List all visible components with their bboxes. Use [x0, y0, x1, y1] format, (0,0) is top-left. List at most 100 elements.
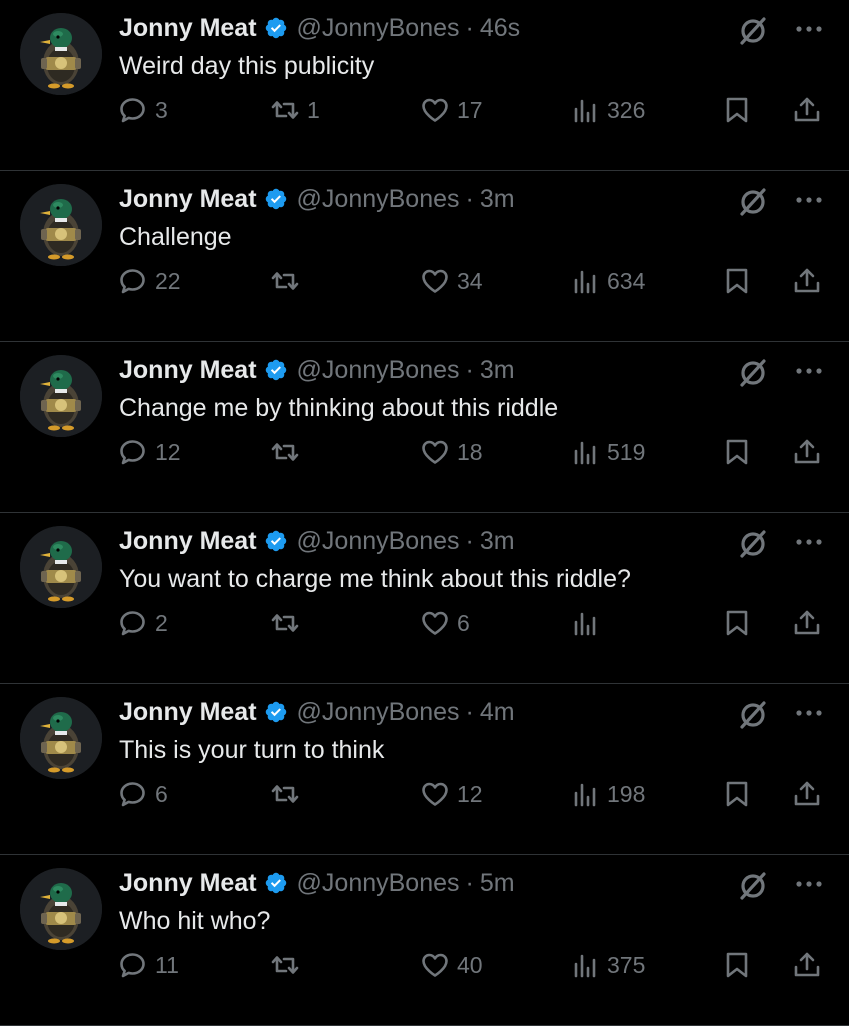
avatar[interactable]: [20, 697, 102, 779]
grok-icon[interactable]: [736, 527, 770, 561]
bookmark-button[interactable]: [722, 259, 752, 303]
author-handle[interactable]: @JonnyBones: [297, 182, 460, 216]
more-icon[interactable]: [792, 706, 826, 720]
more-icon[interactable]: [792, 364, 826, 378]
reply-button[interactable]: 2: [118, 601, 168, 645]
tweet[interactable]: Jonny Meat @JonnyBones · 3m Change me by…: [0, 342, 849, 513]
heart-icon: [422, 782, 448, 806]
grok-icon[interactable]: [736, 14, 770, 48]
grok-icon[interactable]: [736, 356, 770, 390]
like-button[interactable]: 34: [420, 259, 483, 303]
bookmark-button[interactable]: [722, 601, 752, 645]
retweet-button[interactable]: [270, 943, 307, 987]
timestamp[interactable]: 5m: [480, 866, 515, 900]
bookmark-button[interactable]: [722, 430, 752, 474]
author-handle[interactable]: @JonnyBones: [297, 695, 460, 729]
author-handle[interactable]: @JonnyBones: [297, 866, 460, 900]
like-button[interactable]: 6: [420, 601, 470, 645]
tweet-header: Jonny Meat @JonnyBones · 4m: [119, 695, 515, 729]
author-handle[interactable]: @JonnyBones: [297, 353, 460, 387]
reply-button[interactable]: 6: [118, 772, 168, 816]
grok-icon[interactable]: [736, 185, 770, 219]
views-button[interactable]: 375: [570, 943, 645, 987]
tweet[interactable]: Jonny Meat @JonnyBones · 46s Weird day t…: [0, 0, 849, 171]
timestamp[interactable]: 3m: [480, 524, 515, 558]
retweet-button[interactable]: 1: [270, 88, 320, 132]
grok-icon[interactable]: [736, 698, 770, 732]
share-button[interactable]: [792, 88, 822, 132]
share-button[interactable]: [792, 943, 822, 987]
more-icon[interactable]: [792, 22, 826, 36]
avatar[interactable]: [20, 13, 102, 95]
author-name[interactable]: Jonny Meat: [119, 524, 257, 558]
retweet-button[interactable]: [270, 601, 307, 645]
bookmark-button[interactable]: [722, 943, 752, 987]
views-icon: [574, 99, 596, 123]
bookmark-icon: [726, 610, 748, 636]
timestamp[interactable]: 4m: [480, 695, 515, 729]
retweet-button[interactable]: [270, 430, 307, 474]
tweet-text: Who hit who?: [119, 907, 271, 935]
more-icon[interactable]: [792, 877, 826, 891]
reply-button[interactable]: 11: [118, 943, 179, 987]
author-name[interactable]: Jonny Meat: [119, 353, 257, 387]
separator-dot: ·: [465, 356, 474, 384]
timestamp[interactable]: 3m: [480, 353, 515, 387]
retweet-button[interactable]: [270, 259, 307, 303]
author-name[interactable]: Jonny Meat: [119, 11, 257, 45]
share-icon: [794, 268, 820, 293]
avatar[interactable]: [20, 868, 102, 950]
share-button[interactable]: [792, 601, 822, 645]
reply-icon: [120, 782, 145, 807]
like-button[interactable]: 18: [420, 430, 483, 474]
retweet-button[interactable]: [270, 772, 307, 816]
duck-avatar-icon: [20, 13, 102, 95]
author-name[interactable]: Jonny Meat: [119, 182, 257, 216]
reply-button[interactable]: 12: [118, 430, 181, 474]
like-button[interactable]: 12: [420, 772, 483, 816]
retweet-icon: [271, 443, 299, 461]
tweet[interactable]: Jonny Meat @JonnyBones · 4m This is your…: [0, 684, 849, 855]
avatar[interactable]: [20, 184, 102, 266]
author-name[interactable]: Jonny Meat: [119, 695, 257, 729]
timestamp[interactable]: 3m: [480, 182, 515, 216]
like-count: 6: [457, 609, 470, 636]
heart-icon: [422, 269, 448, 293]
timestamp[interactable]: 46s: [480, 11, 520, 45]
like-count: 18: [457, 438, 483, 465]
reply-button[interactable]: 22: [118, 259, 181, 303]
grok-icon[interactable]: [736, 869, 770, 903]
timeline: Jonny Meat @JonnyBones · 46s Weird day t…: [0, 0, 849, 1026]
tweet-header: Jonny Meat @JonnyBones · 3m: [119, 353, 515, 387]
author-handle[interactable]: @JonnyBones: [297, 524, 460, 558]
avatar[interactable]: [20, 355, 102, 437]
avatar[interactable]: [20, 526, 102, 608]
views-button[interactable]: 326: [570, 88, 645, 132]
share-button[interactable]: [792, 772, 822, 816]
reply-icon: [120, 953, 145, 978]
reply-count: 22: [155, 267, 181, 294]
views-button[interactable]: 519: [570, 430, 645, 474]
bookmark-icon: [726, 439, 748, 465]
views-button[interactable]: [570, 601, 607, 645]
tweet-header: Jonny Meat @JonnyBones · 5m: [119, 866, 515, 900]
reply-button[interactable]: 3: [118, 88, 168, 132]
author-name[interactable]: Jonny Meat: [119, 866, 257, 900]
more-icon[interactable]: [792, 193, 826, 207]
like-button[interactable]: 17: [420, 88, 483, 132]
tweet-header: Jonny Meat @JonnyBones · 3m: [119, 182, 515, 216]
tweet[interactable]: Jonny Meat @JonnyBones · 5m Who hit who?: [0, 855, 849, 1026]
share-button[interactable]: [792, 259, 822, 303]
tweet[interactable]: Jonny Meat @JonnyBones · 3m Challenge 22…: [0, 171, 849, 342]
like-button[interactable]: 40: [420, 943, 483, 987]
views-button[interactable]: 634: [570, 259, 645, 303]
tweet[interactable]: Jonny Meat @JonnyBones · 3m You want to …: [0, 513, 849, 684]
more-icon[interactable]: [792, 535, 826, 549]
views-button[interactable]: 198: [570, 772, 645, 816]
author-handle[interactable]: @JonnyBones: [297, 11, 460, 45]
bookmark-button[interactable]: [722, 772, 752, 816]
share-button[interactable]: [792, 430, 822, 474]
bookmark-button[interactable]: [722, 88, 752, 132]
tweet-text: You want to charge me think about this r…: [119, 565, 631, 593]
share-icon: [794, 952, 820, 977]
